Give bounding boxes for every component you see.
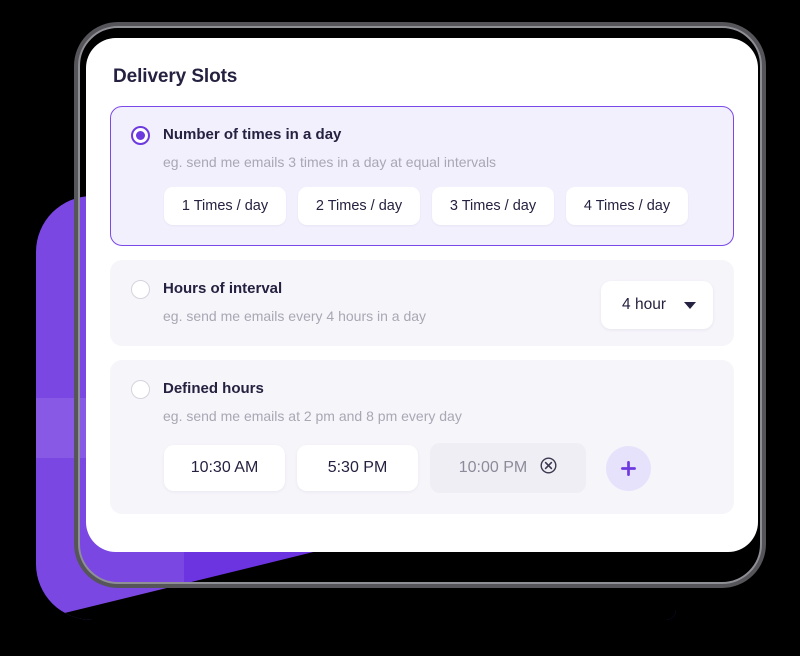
chevron-down-icon [684,301,696,309]
circle-x-icon[interactable] [540,457,557,479]
option-panel-number-of-times[interactable]: Number of times in a day eg. send me ema… [110,106,734,246]
frequency-chip-4[interactable]: 4 Times / day [566,187,688,225]
time-chip-1[interactable]: 10:30 AM [164,445,285,491]
delivery-slots-card: Delivery Slots Number of times in a day … [86,38,758,552]
radio-defined-hours[interactable] [131,380,150,399]
time-chip-2[interactable]: 5:30 PM [297,445,418,491]
plus-icon [621,460,636,476]
time-chip-3-label: 10:00 PM [458,459,528,476]
radio-number-of-times[interactable] [131,126,150,145]
screenshot-stage: Delivery Slots Number of times in a day … [0,0,800,656]
add-time-slot-button[interactable] [606,445,651,491]
hours-interval-dropdown[interactable]: 4 hour [601,281,713,329]
option-title-defined-hours: Defined hours [163,380,264,397]
frequency-chip-1[interactable]: 1 Times / day [164,187,286,225]
option-panel-defined-hours[interactable]: Defined hours eg. send me emails at 2 pm… [110,360,734,514]
option-panel-hours-of-interval[interactable]: Hours of interval eg. send me emails eve… [110,260,734,346]
time-chip-3[interactable]: 10:00 PM [430,443,586,493]
option-description-defined-hours: eg. send me emails at 2 pm and 8 pm ever… [163,408,462,424]
frequency-chip-3[interactable]: 3 Times / day [432,187,554,225]
page-title: Delivery Slots [113,66,238,87]
radio-hours-of-interval[interactable] [131,280,150,299]
frequency-chip-2[interactable]: 2 Times / day [298,187,420,225]
option-description-number-of-times: eg. send me emails 3 times in a day at e… [163,154,497,170]
hours-interval-dropdown-value: 4 hour [622,296,666,313]
frequency-chip-group: 1 Times / day 2 Times / day 3 Times / da… [164,187,713,225]
option-title-number-of-times: Number of times in a day [163,126,342,143]
defined-hours-chip-group: 10:30 AM 5:30 PM 10:00 PM [164,443,713,493]
